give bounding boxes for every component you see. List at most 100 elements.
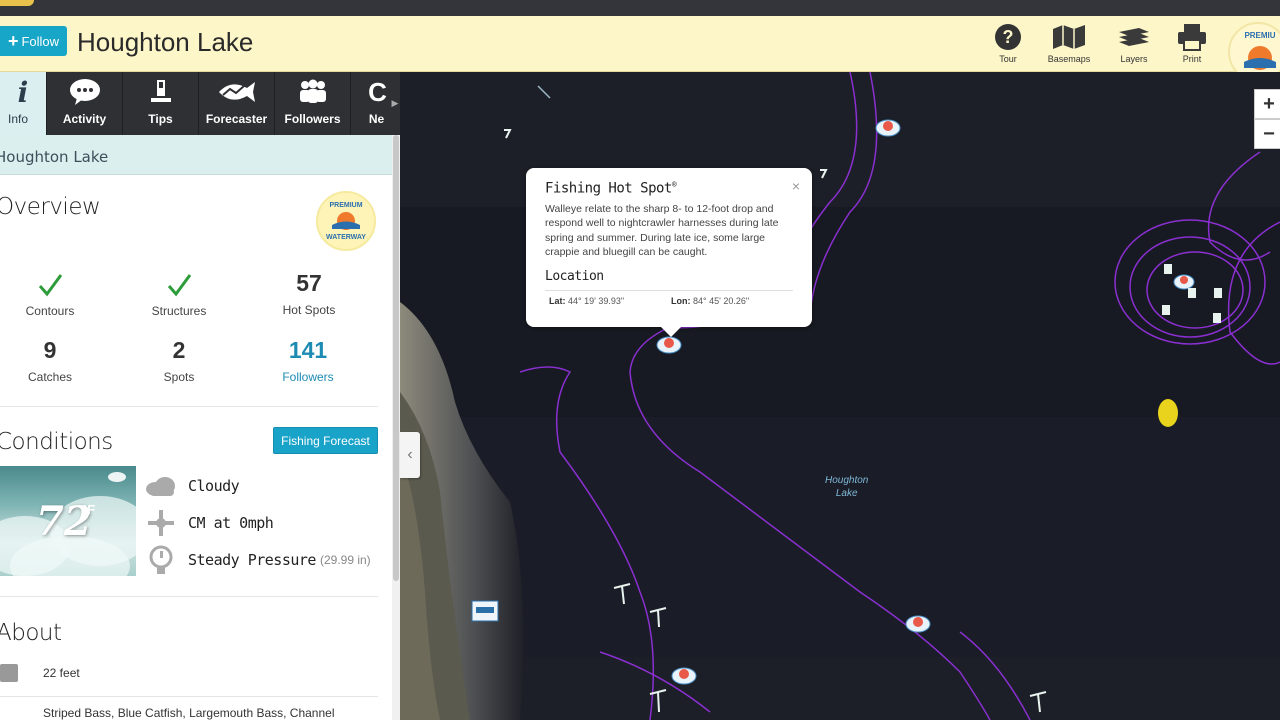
pressure-text: Steady Pressure [188,551,316,569]
tabs-scroll-right-icon[interactable]: ▶ [390,72,400,135]
check-icon [0,268,105,298]
wind-condition: CM at 0mph [144,508,274,538]
svg-text:PREMIUM: PREMIUM [329,202,362,209]
stat-label: Catches [27,370,73,384]
species-text: Striped Bass, Blue Catfish, Largemouth B… [43,706,335,720]
header-bar: + Follow Houghton Lake ? Tour Basemaps L… [0,16,1280,82]
map-icon [1040,22,1098,52]
overview-heading: Overview [0,194,101,220]
fish-graph-icon [199,72,274,112]
stat-value: 9 [43,337,57,363]
divider [0,696,378,697]
weather-image: 72 °F [0,466,136,576]
registered-icon: ® [671,180,677,189]
depth-text: 22 feet [43,666,80,680]
pressure-condition: Steady Pressure (29.99 in) [144,545,371,575]
spots-stat[interactable]: 2 Spots [124,337,234,384]
divider [0,406,378,407]
check-icon [124,268,234,298]
gauge-icon [144,545,178,575]
followers-stat[interactable]: 141 Followers [253,337,363,384]
stat-value: 141 [288,337,328,363]
basemaps-button[interactable]: Basemaps [1040,22,1098,66]
tab-label: Tips [148,112,173,126]
tab-label: Info [7,112,28,126]
ruler-icon [0,664,18,682]
svg-text:WATERWAY: WATERWAY [326,234,366,241]
logo-fragment [0,0,34,6]
sidebar-panel: i Info Activity Tips Forecaster Follower… [0,72,400,720]
zoom-out-button[interactable]: − [1254,119,1280,149]
contours-stat: Contours [0,268,105,318]
premium-waterway-badge: PREMIUM WATERWAY [316,191,376,251]
layers-label: Layers [1120,54,1148,64]
stat-value: 2 [172,337,186,363]
stat-label: Hot Spots [282,303,336,317]
structures-stat: Structures [124,268,234,318]
print-label: Print [1182,54,1202,64]
wind-text: CM at 0mph [188,514,274,532]
tab-bar: i Info Activity Tips Forecaster Follower… [0,72,400,135]
stat-label: Contours [25,304,75,318]
follow-button[interactable]: + Follow [0,26,67,56]
popup-description: Walleye relate to the sharp 8- to 12-foo… [545,202,779,259]
divider [0,596,378,597]
scrollbar-thumb[interactable] [393,135,399,581]
stat-label: Spots [163,370,195,384]
page-title: Houghton Lake [77,27,254,57]
tab-label: Forecaster [205,112,268,126]
stat-label: Structures [151,304,207,318]
news-icon: C [368,76,387,107]
sky-condition: Cloudy [144,471,240,501]
basemaps-label: Basemaps [1047,54,1091,64]
lat-label: Lat: [549,295,566,306]
tab-label: Followers [284,112,341,126]
browser-top-strip [0,0,1280,16]
tab-label: Activity [62,112,107,126]
cloud-icon [144,476,178,496]
chat-bubble-icon [47,72,122,112]
stat-value: 57 [296,270,322,296]
info-icon: i [17,75,29,109]
layers-icon [1105,22,1163,52]
about-heading: About [0,620,62,646]
collapse-sidebar-button[interactable]: ‹ [400,432,420,478]
popup-title: Fishing Hot Spot® [545,180,677,197]
coordinates: Lat: 44° 19' 39.93" Lon: 84° 45' 20.26" [545,296,793,306]
close-icon[interactable]: × [792,178,800,194]
tab-forecaster[interactable]: Forecaster [199,72,275,135]
people-icon [275,72,350,112]
tour-button[interactable]: ? Tour [979,22,1037,66]
temperature-unit: °F [82,502,96,517]
sky-text: Cloudy [188,477,240,495]
printer-icon [1163,22,1221,52]
follow-label: Follow [21,33,60,49]
svg-text:PREMIU: PREMIU [1244,31,1275,40]
location-heading: Location [545,269,793,291]
tab-tips[interactable]: Tips [123,72,199,135]
layers-button[interactable]: Layers [1105,22,1163,66]
lon-label: Lon: [671,295,691,306]
tab-info[interactable]: i Info [0,72,47,135]
conditions-heading: Conditions [0,429,113,455]
tab-followers[interactable]: Followers [275,72,351,135]
lat-value: 44° 19' 39.93" [568,295,625,306]
lake-name-label: Houghton Lake [825,475,869,499]
pencil-icon [123,72,198,112]
tour-label: Tour [999,54,1017,64]
tab-news[interactable]: C Ne [351,72,391,135]
help-icon: ? [995,24,1021,50]
hot-spot-popup: Fishing Hot Spot® × Walleye relate to th… [526,168,812,337]
plus-icon: + [7,31,19,51]
zoom-in-button[interactable]: + [1254,89,1280,119]
breadcrumb: Houghton Lake [0,135,392,175]
stat-label: Followers [282,370,334,384]
pressure-value: (29.99 in) [319,553,371,567]
tab-label: Ne [368,112,385,126]
lon-value: 84° 45' 20.26" [693,295,750,306]
print-button[interactable]: Print [1163,22,1221,66]
hot-spots-stat[interactable]: 57 Hot Spots [254,270,364,317]
catches-stat[interactable]: 9 Catches [0,337,105,384]
fishing-forecast-button[interactable]: Fishing Forecast [273,427,378,454]
tab-activity[interactable]: Activity [47,72,123,135]
